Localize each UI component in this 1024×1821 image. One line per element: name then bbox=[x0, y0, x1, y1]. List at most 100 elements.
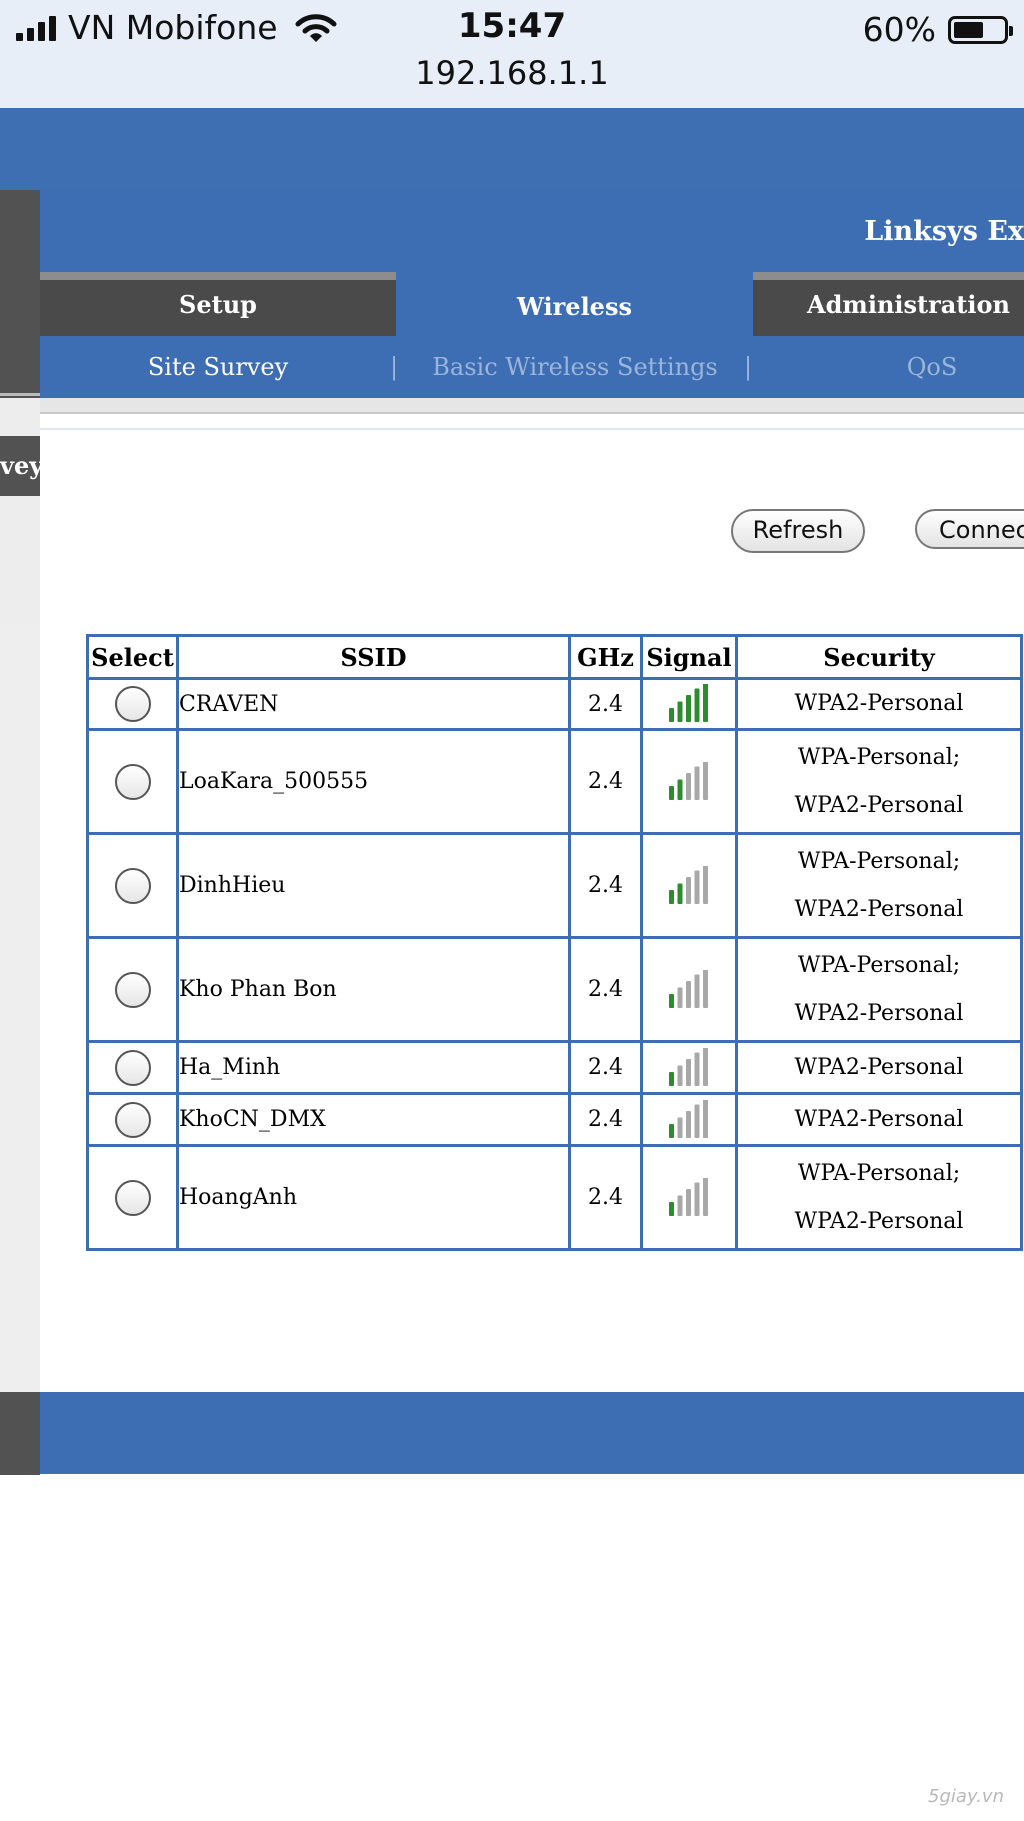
signal-bar bbox=[694, 870, 700, 904]
signal-bar bbox=[677, 779, 683, 800]
signal-bar bbox=[686, 695, 691, 722]
signal-bar bbox=[703, 1175, 708, 1216]
status-bar: VN Mobifone 15:47 192.168.1.1 60% bbox=[0, 0, 1024, 109]
column-header-ssid: SSID bbox=[176, 634, 571, 680]
browser-top-band bbox=[0, 108, 1024, 194]
security-cell: WPA-Personal; WPA2-Personal bbox=[735, 1144, 1023, 1251]
network-select-radio[interactable] bbox=[114, 686, 151, 722]
main-tabs: Setup Wireless Administration bbox=[40, 272, 1024, 336]
signal-bar bbox=[703, 1097, 708, 1138]
signal-bar bbox=[669, 993, 674, 1008]
signal-bar bbox=[703, 759, 708, 800]
signal-strength-icon bbox=[669, 759, 708, 800]
security-mode: WPA-Personal; bbox=[797, 744, 961, 770]
table-row[interactable]: Kho Phan Bon 2.4 WPA-Personal; WPA2-Persona… bbox=[86, 936, 1023, 1043]
signal-bar bbox=[694, 1052, 700, 1086]
signal-cell bbox=[640, 677, 738, 731]
tab-administration[interactable]: Administration bbox=[753, 272, 1024, 336]
signal-bar bbox=[669, 708, 674, 722]
refresh-button[interactable]: Refresh bbox=[731, 509, 865, 553]
subnav-qos[interactable]: QoS bbox=[754, 336, 1024, 398]
table-row[interactable]: DinhHieu 2.4 WPA-Personal; WPA2-Personal bbox=[86, 832, 1023, 939]
network-select-radio[interactable] bbox=[114, 1101, 151, 1138]
watermark: 5giay.vn bbox=[928, 1786, 1004, 1807]
signal-strength-icon bbox=[669, 967, 708, 1008]
security-mode: WPA-Personal; bbox=[797, 848, 961, 874]
security-cell: WPA-Personal; WPA2-Personal bbox=[735, 936, 1023, 1043]
column-header-select: Select bbox=[86, 634, 179, 680]
site-survey-table: Select SSID GHz Signal Security CRAVEN 2.… bbox=[86, 634, 1023, 1251]
ghz-cell: 2.4 bbox=[568, 832, 643, 939]
signal-bar bbox=[703, 1045, 708, 1086]
security-cell: WPA-Personal; WPA2-Personal bbox=[735, 728, 1023, 835]
signal-bar bbox=[694, 688, 700, 722]
signal-bar bbox=[686, 1188, 691, 1216]
signal-bar bbox=[694, 766, 700, 800]
ssid-cell: Ha_Minh bbox=[176, 1040, 571, 1095]
network-select-radio[interactable] bbox=[114, 867, 151, 904]
security-mode: WPA2-Personal bbox=[794, 1000, 964, 1026]
network-select-radio[interactable] bbox=[114, 1179, 151, 1216]
column-header-ghz: GHz bbox=[568, 634, 643, 680]
select-cell bbox=[86, 1092, 179, 1147]
ghz-cell: 2.4 bbox=[568, 677, 643, 731]
signal-bar bbox=[677, 701, 683, 722]
ghz-cell: 2.4 bbox=[568, 1144, 643, 1251]
signal-strength-icon bbox=[669, 1045, 708, 1086]
ghz-cell: 2.4 bbox=[568, 936, 643, 1043]
address-bar[interactable]: 192.168.1.1 bbox=[0, 54, 1024, 92]
battery-icon bbox=[948, 15, 1013, 44]
network-select-radio[interactable] bbox=[114, 1049, 151, 1086]
signal-bar bbox=[686, 772, 691, 800]
signal-bar bbox=[669, 1071, 674, 1086]
table-header-row: Select SSID GHz Signal Security bbox=[86, 634, 1023, 680]
ssid-cell: LoaKara_500555 bbox=[176, 728, 571, 835]
security-cell: WPA-Personal; WPA2-Personal bbox=[735, 832, 1023, 939]
sub-navigation: Site Survey | Basic Wireless Settings | … bbox=[40, 336, 1024, 398]
signal-bar bbox=[677, 883, 683, 904]
security-mode: WPA-Personal; bbox=[797, 952, 961, 978]
signal-bar bbox=[677, 1117, 683, 1138]
signal-cell bbox=[640, 1144, 738, 1251]
signal-strength-icon bbox=[669, 1175, 708, 1216]
signal-bar bbox=[686, 980, 691, 1008]
signal-bar bbox=[703, 682, 708, 722]
network-select-radio[interactable] bbox=[114, 971, 151, 1008]
table-row[interactable]: KhoCN_DMX 2.4 WPA2-Personal bbox=[86, 1092, 1023, 1147]
signal-strength-icon bbox=[669, 682, 708, 722]
column-header-security: Security bbox=[735, 634, 1023, 680]
security-mode: WPA-Personal; bbox=[797, 1160, 961, 1186]
select-cell bbox=[86, 677, 179, 731]
tab-setup[interactable]: Setup bbox=[40, 272, 396, 336]
ghz-cell: 2.4 bbox=[568, 728, 643, 835]
signal-bar bbox=[669, 889, 674, 904]
security-cell: WPA2-Personal bbox=[735, 1040, 1023, 1095]
signal-cell bbox=[640, 1092, 738, 1147]
signal-bar bbox=[694, 974, 700, 1008]
tab-wireless[interactable]: Wireless bbox=[396, 272, 753, 336]
signal-strength-icon bbox=[669, 1097, 708, 1138]
table-row[interactable]: LoaKara_500555 2.4 WPA-Personal; WPA2-Perso… bbox=[86, 728, 1023, 835]
signal-cell bbox=[640, 936, 738, 1043]
subnav-basic-wireless-settings[interactable]: Basic Wireless Settings bbox=[400, 336, 750, 398]
battery-indicator: 60% bbox=[863, 10, 1013, 49]
signal-bar bbox=[669, 785, 674, 800]
signal-strength-icon bbox=[669, 863, 708, 904]
footer-band bbox=[40, 1392, 1024, 1474]
select-cell bbox=[86, 728, 179, 835]
signal-bar bbox=[703, 967, 708, 1008]
ssid-cell: KhoCN_DMX bbox=[176, 1092, 571, 1147]
signal-bar bbox=[694, 1104, 700, 1138]
table-row[interactable]: Ha_Minh 2.4 WPA2-Personal bbox=[86, 1040, 1023, 1095]
table-row[interactable]: HoangAnh 2.4 WPA-Personal; WPA2-Personal bbox=[86, 1144, 1023, 1251]
table-row[interactable]: CRAVEN 2.4 WPA2-Personal bbox=[86, 677, 1023, 731]
ssid-cell: HoangAnh bbox=[176, 1144, 571, 1251]
network-select-radio[interactable] bbox=[114, 763, 151, 800]
connect-button[interactable]: Connect bbox=[915, 509, 1024, 549]
signal-bar bbox=[703, 863, 708, 904]
subnav-site-survey[interactable]: Site Survey bbox=[40, 336, 396, 398]
select-cell bbox=[86, 1040, 179, 1095]
signal-bar bbox=[669, 1123, 674, 1138]
ssid-cell: Kho Phan Bon bbox=[176, 936, 571, 1043]
signal-bar bbox=[677, 987, 683, 1008]
